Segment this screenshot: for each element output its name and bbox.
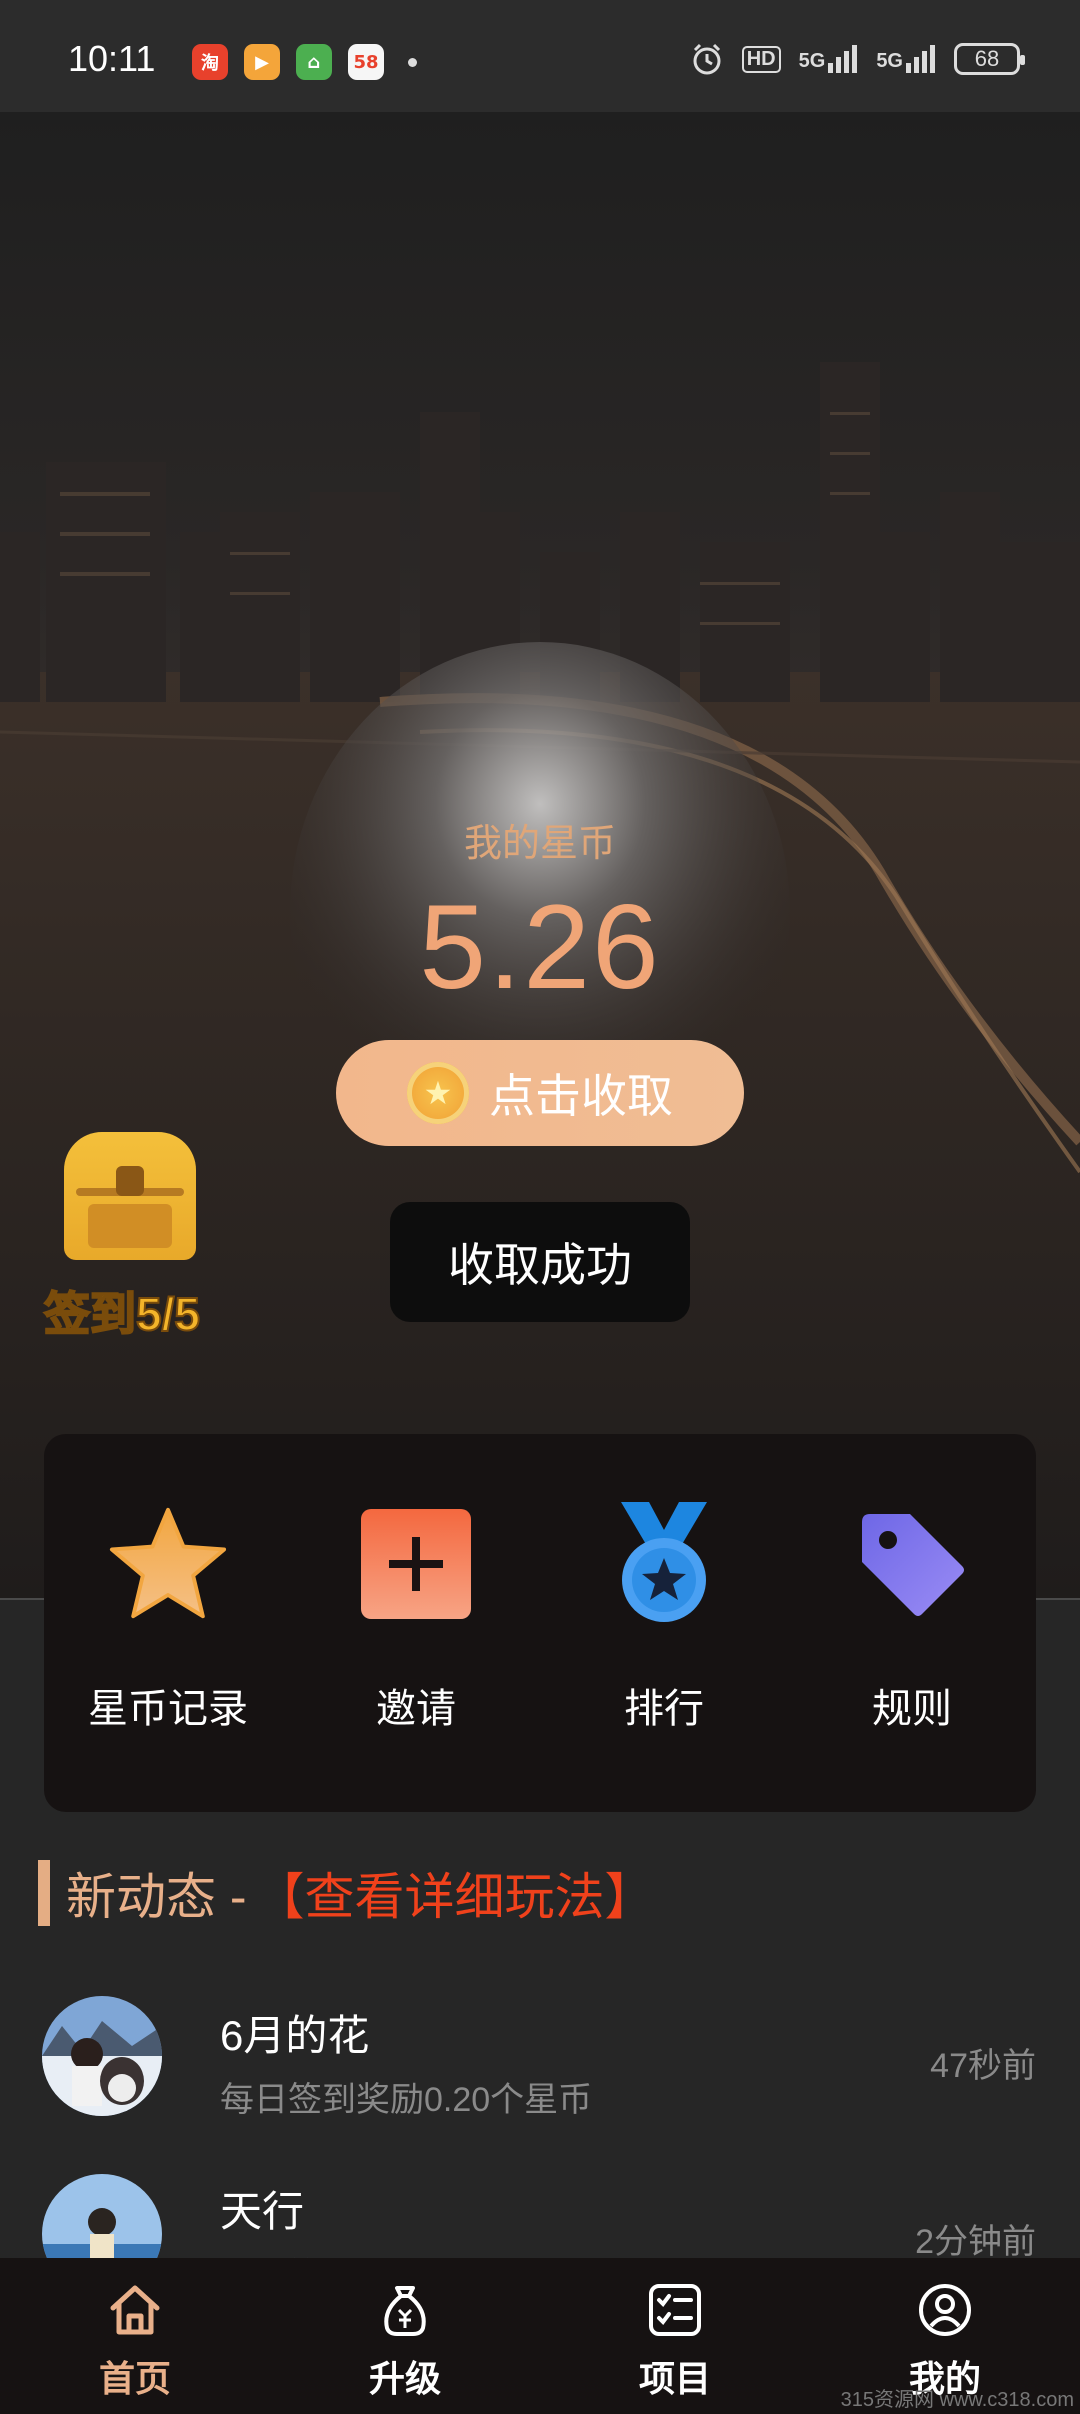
profile-icon [915, 2280, 975, 2340]
nav-label: 首页 [98, 2358, 171, 2399]
feed-timestamp: 47秒前 [930, 2047, 1036, 2085]
plus-icon [356, 1504, 476, 1624]
avatar[interactable] [42, 1996, 162, 2116]
money-bag-icon [375, 2280, 435, 2340]
watermark: 315资源网 www.c318.com [840, 2389, 1074, 2411]
signal-bars-icon [828, 45, 858, 73]
more-notifications-dot [408, 57, 417, 67]
video-app-icon: ▶ [244, 44, 280, 80]
nav-projects[interactable]: 项目 [540, 2258, 810, 2414]
hd-badge: HD [741, 45, 781, 73]
feed-timestamp: 2分钟前 [915, 2223, 1036, 2261]
signin-progress-label: 签到5/5 [43, 1287, 201, 1341]
status-bar: 10:11 淘 ▶ ⌂ 58 HD 5G 5G 68 [0, 0, 1080, 112]
nav-label: 项目 [638, 2358, 711, 2399]
status-time: 10:11 [68, 38, 156, 79]
signal-bars-icon [906, 45, 935, 73]
success-toast: 收取成功 [390, 1202, 690, 1322]
treasure-chest-icon [64, 1132, 196, 1260]
notification-app-icons: 淘 ▶ ⌂ 58 [192, 44, 417, 80]
feed-list-item: 6月的花 每日签到奖励0.20个星币 47秒前 [0, 1992, 1080, 2162]
feature-menu: 星币记录 邀请 排行 规则 [44, 1434, 1036, 1812]
star-icon [108, 1504, 228, 1624]
menu-ranking[interactable]: 排行 [540, 1434, 788, 1812]
feed-header: 新动态 - 【查看详细玩法】 [38, 1860, 655, 1926]
signin-chest-button[interactable]: 签到5/5 [43, 1132, 224, 1342]
home-icon [105, 2280, 165, 2340]
medal-icon [604, 1502, 724, 1624]
58-app-icon: 58 [348, 44, 384, 80]
signal-1: 5G [799, 45, 859, 73]
coin-label: 我的星币 [463, 823, 616, 865]
alarm-icon [693, 43, 721, 75]
nav-label: 升级 [368, 2358, 441, 2399]
gold-coin-icon: ★ [407, 1062, 469, 1124]
menu-label: 星币记录 [88, 1687, 248, 1731]
menu-label: 邀请 [376, 1687, 456, 1731]
menu-label: 规则 [872, 1687, 952, 1731]
nav-upgrade[interactable]: 升级 [270, 2258, 540, 2414]
coin-balance: 5.26 [419, 880, 661, 1014]
menu-rules[interactable]: 规则 [788, 1434, 1036, 1812]
menu-coin-records[interactable]: 星币记录 [44, 1434, 292, 1812]
nav-home[interactable]: 首页 [0, 2258, 270, 2414]
feed-user-name: 6月的花 [220, 2012, 370, 2059]
collect-button-label: 点击收取 [489, 1070, 673, 1122]
tag-icon [852, 1504, 972, 1624]
view-detailed-rules-link[interactable]: 【查看详细玩法】 [255, 1857, 655, 1929]
section-accent-bar [38, 1860, 50, 1926]
battery-indicator: 68 [954, 43, 1025, 75]
feed-user-name: 天行 [220, 2188, 305, 2235]
status-indicators: HD 5G 5G 68 [690, 42, 1025, 76]
taobao-icon: 淘 [192, 44, 228, 80]
feed-title: 新动态 - [66, 1869, 247, 1925]
checklist-icon [645, 2280, 705, 2340]
menu-label: 排行 [624, 1687, 704, 1731]
signal-2: 5G [876, 45, 936, 73]
collect-button[interactable]: ★ 点击收取 [336, 1040, 744, 1146]
menu-invite[interactable]: 邀请 [292, 1434, 540, 1812]
feed-description: 每日签到奖励0.20个星币 [220, 2081, 593, 2119]
home-app-icon: ⌂ [296, 44, 332, 80]
